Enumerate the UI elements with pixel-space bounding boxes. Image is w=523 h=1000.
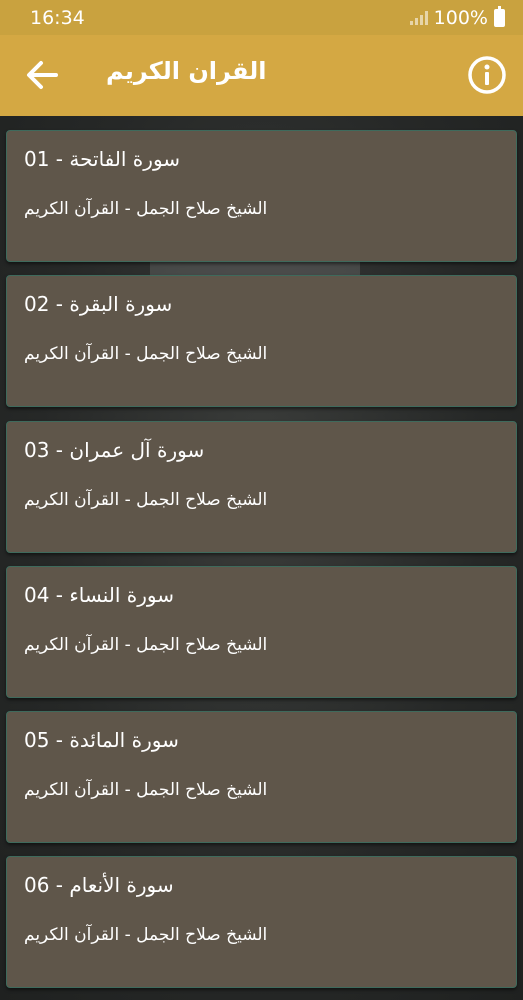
surah-reciter: الشيخ صلاح الجمل - القرآن الكريم <box>24 780 268 800</box>
arrow-left-icon <box>27 61 58 89</box>
status-bar: 16:34 100% <box>0 0 523 35</box>
list-item[interactable]: 05 - سورة المائدة الشيخ صلاح الجمل - الق… <box>6 711 517 843</box>
status-indicators: 100% <box>409 5 505 29</box>
list-item[interactable]: 04 - سورة النساء الشيخ صلاح الجمل - القر… <box>6 566 517 698</box>
page-title: القران الكريم <box>106 57 267 85</box>
surah-title: 03 - سورة آل عمران <box>24 438 205 462</box>
app-bar: القران الكريم <box>0 35 523 116</box>
surah-title: 02 - سورة البقرة <box>24 292 173 316</box>
battery-icon <box>494 5 505 27</box>
surah-title: 06 - سورة الأنعام <box>24 873 174 897</box>
list-item[interactable]: 01 - سورة الفاتحة الشيخ صلاح الجمل - الق… <box>6 130 517 262</box>
battery-percent: 100% <box>433 6 488 29</box>
info-button[interactable] <box>467 55 507 95</box>
status-time: 16:34 <box>30 6 85 29</box>
info-icon <box>468 56 506 94</box>
surah-reciter: الشيخ صلاح الجمل - القرآن الكريم <box>24 199 268 219</box>
surah-title: 04 - سورة النساء <box>24 583 174 607</box>
list-item[interactable]: 06 - سورة الأنعام الشيخ صلاح الجمل - الق… <box>6 856 517 988</box>
signal-icon <box>409 10 428 25</box>
surah-title: 01 - سورة الفاتحة <box>24 147 181 171</box>
surah-reciter: الشيخ صلاح الجمل - القرآن الكريم <box>24 490 268 510</box>
surah-reciter: الشيخ صلاح الجمل - القرآن الكريم <box>24 925 268 945</box>
surah-list[interactable]: 01 - سورة الفاتحة الشيخ صلاح الجمل - الق… <box>0 116 523 1000</box>
list-item[interactable]: 02 - سورة البقرة الشيخ صلاح الجمل - القر… <box>6 275 517 407</box>
surah-title: 05 - سورة المائدة <box>24 728 179 752</box>
back-button[interactable] <box>22 55 62 95</box>
surah-reciter: الشيخ صلاح الجمل - القرآن الكريم <box>24 635 268 655</box>
list-item[interactable]: 03 - سورة آل عمران الشيخ صلاح الجمل - ال… <box>6 421 517 553</box>
surah-reciter: الشيخ صلاح الجمل - القرآن الكريم <box>24 344 268 364</box>
